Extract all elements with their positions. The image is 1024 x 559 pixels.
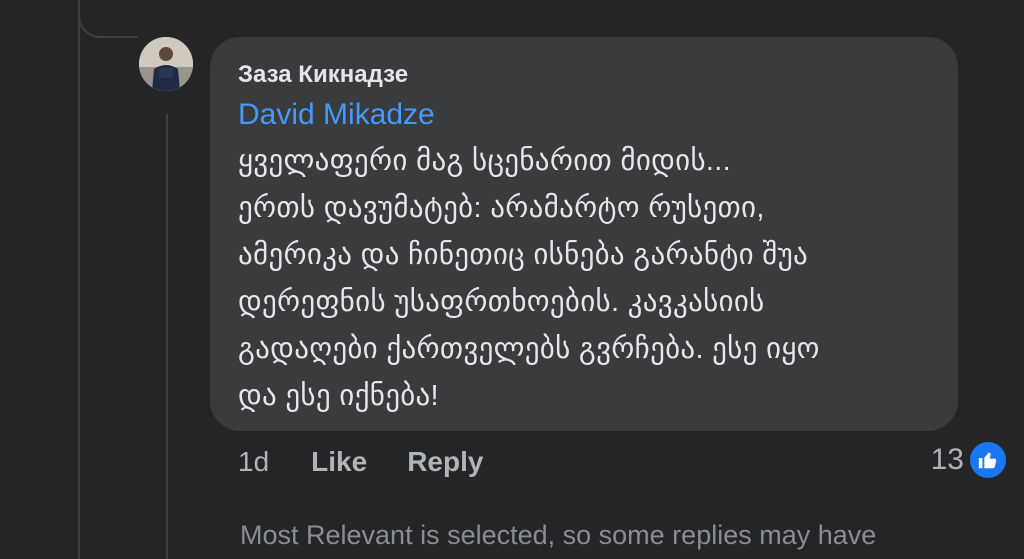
avatar-photo xyxy=(139,37,193,91)
comment-actions: 1d Like Reply xyxy=(238,444,483,480)
reply-thread-line xyxy=(166,114,168,559)
thread-line xyxy=(78,0,80,559)
reply-button[interactable]: Reply xyxy=(407,446,483,478)
comment-thread: Заза Кикнадзе David Mikadze ყველაფერი მა… xyxy=(0,0,1024,559)
like-thumb-icon xyxy=(970,442,1006,478)
comment-timestamp[interactable]: 1d xyxy=(238,446,269,478)
comment-text: ყველაფერი მაგ სცენარით მიდის... ერთს დავ… xyxy=(238,145,820,412)
avatar[interactable] xyxy=(139,37,193,91)
comment-author[interactable]: Заза Кикнадзе xyxy=(238,60,930,90)
thread-connector xyxy=(78,0,138,38)
like-button[interactable]: Like xyxy=(311,446,367,478)
mention-link[interactable]: David Mikadze xyxy=(238,97,930,133)
comment-bubble: Заза Кикнадзе David Mikadze ყველაფერი მა… xyxy=(210,37,958,431)
reaction-count: 13 xyxy=(930,443,964,476)
reaction-summary[interactable]: 13 xyxy=(931,441,1006,479)
replies-notice: Most Relevant is selected, so some repli… xyxy=(240,520,877,550)
